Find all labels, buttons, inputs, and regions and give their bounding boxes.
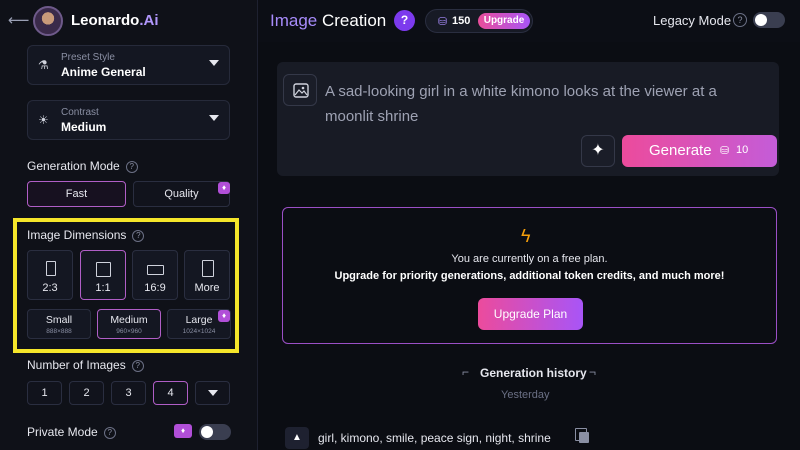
ratio-label: 16:9: [144, 282, 166, 294]
private-mode-heading: Private Mode?: [27, 425, 116, 439]
help-button[interactable]: ?: [394, 10, 415, 31]
preset-style-label: Preset Style: [61, 52, 115, 63]
image-dimensions-heading: Image Dimensions?: [27, 228, 145, 242]
ratio-2-3-button[interactable]: 2:3: [27, 250, 73, 300]
copy-icon[interactable]: [575, 428, 591, 444]
premium-icon: ♦: [218, 182, 230, 194]
help-icon[interactable]: ?: [131, 359, 144, 372]
hook-right-icon: ¬: [589, 365, 597, 379]
contrast-value: Medium: [61, 120, 107, 134]
logo-suffix: .Ai: [139, 12, 159, 29]
logo-avatar: [33, 6, 63, 36]
token-balance: ⛁ 150 Upgrade: [425, 9, 533, 33]
ratio-1-1-button[interactable]: 1:1: [80, 250, 126, 300]
help-icon[interactable]: ?: [103, 426, 116, 439]
ratio-16-9-button[interactable]: 16:9: [132, 250, 178, 300]
help-icon[interactable]: ?: [132, 229, 145, 242]
page-title-part1: Image: [270, 11, 318, 30]
generate-button[interactable]: Generate ⛁ 10: [622, 135, 777, 167]
images-1-button[interactable]: 1: [27, 381, 62, 405]
size-pixels: 888×888: [46, 328, 72, 335]
sparkle-icon[interactable]: ✦: [581, 135, 615, 167]
images-2-button[interactable]: 2: [69, 381, 104, 405]
preset-style-select[interactable]: ⚗ Preset Style Anime General: [27, 45, 230, 85]
generate-label: Generate: [649, 142, 712, 159]
ratio-label: 1:1: [95, 282, 111, 294]
more-ratios-icon: [202, 260, 214, 277]
help-icon[interactable]: ?: [125, 160, 138, 173]
legacy-mode-label: Legacy Mode: [653, 13, 732, 28]
reuse-prompt-button[interactable]: ▲: [285, 427, 309, 449]
generation-mode-heading: Generation Mode?: [27, 159, 138, 173]
image-icon: [293, 83, 309, 98]
premium-icon: ♦: [218, 310, 230, 322]
upgrade-benefits-text: Upgrade for priority generations, additi…: [334, 270, 725, 282]
private-mode-toggle[interactable]: [199, 424, 231, 440]
chevron-down-icon: [209, 60, 219, 66]
ratio-label: 2:3: [42, 282, 58, 294]
ratio-label: More: [194, 282, 220, 294]
generation-history-title: Generation history: [480, 366, 587, 380]
flask-icon: ⚗: [38, 58, 49, 72]
preset-style-value: Anime General: [61, 65, 146, 79]
portrait-ratio-icon: [46, 261, 56, 276]
size-label: Small: [45, 314, 73, 326]
upgrade-plan-button[interactable]: Upgrade Plan: [478, 298, 583, 330]
image-upload-icon[interactable]: [283, 74, 317, 106]
size-pixels: 960×960: [116, 328, 142, 335]
number-of-images-label: Number of Images: [27, 358, 126, 372]
token-icon: ⛁: [720, 145, 730, 157]
toggle-knob: [755, 14, 767, 26]
prompt-card: A sad-looking girl in a white kimono loo…: [277, 62, 779, 176]
token-count: 150: [452, 15, 471, 27]
contrast-label: Contrast: [61, 107, 99, 118]
page-title: Image Creation: [270, 11, 386, 31]
generation-mode-label: Generation Mode: [27, 159, 120, 173]
image-dimensions-label: Image Dimensions: [27, 228, 127, 242]
ratio-more-button[interactable]: More: [184, 250, 230, 300]
private-mode-label: Private Mode: [27, 425, 98, 439]
contrast-select[interactable]: ☀ Contrast Medium: [27, 100, 230, 140]
history-date: Yesterday: [501, 389, 550, 401]
legacy-mode-toggle[interactable]: [753, 12, 785, 28]
lightning-icon: ϟ: [521, 226, 531, 246]
square-ratio-icon: [96, 262, 111, 277]
number-of-images-heading: Number of Images?: [27, 358, 144, 372]
size-small-button[interactable]: Small 888×888: [27, 309, 91, 339]
landscape-ratio-icon: [147, 265, 164, 275]
sun-icon: ☀: [38, 113, 49, 127]
premium-icon: ♦: [174, 424, 192, 438]
legacy-help-icon[interactable]: ?: [733, 13, 747, 27]
back-arrow-icon[interactable]: ⟵: [8, 11, 30, 31]
history-prompt-text: girl, kimono, smile, peace sign, night, …: [318, 431, 551, 445]
free-plan-text: You are currently on a free plan.: [451, 253, 608, 265]
size-pixels: 1024×1024: [182, 328, 216, 335]
generate-cost: 10: [736, 144, 749, 156]
toggle-knob: [201, 426, 213, 438]
token-icon: ⛁: [438, 16, 448, 28]
logo-text[interactable]: Leonardo.Ai: [71, 12, 159, 29]
size-label: Medium: [110, 314, 148, 326]
upgrade-button[interactable]: Upgrade: [478, 13, 530, 29]
chevron-down-icon: [209, 115, 219, 121]
size-medium-button[interactable]: Medium 960×960: [97, 309, 161, 339]
prompt-input[interactable]: A sad-looking girl in a white kimono loo…: [325, 79, 765, 129]
logo-name: Leonardo: [71, 12, 140, 29]
upgrade-banner: ϟ You are currently on a free plan. Upgr…: [282, 207, 777, 344]
mode-fast-button[interactable]: Fast: [27, 181, 126, 207]
hook-left-icon: ⌐: [462, 365, 470, 379]
mode-quality-button[interactable]: Quality: [133, 181, 230, 207]
images-more-dropdown[interactable]: [195, 381, 230, 405]
images-4-button[interactable]: 4: [153, 381, 188, 405]
chevron-down-icon: [207, 390, 218, 397]
images-3-button[interactable]: 3: [111, 381, 146, 405]
page-title-part2: Creation: [317, 11, 387, 30]
